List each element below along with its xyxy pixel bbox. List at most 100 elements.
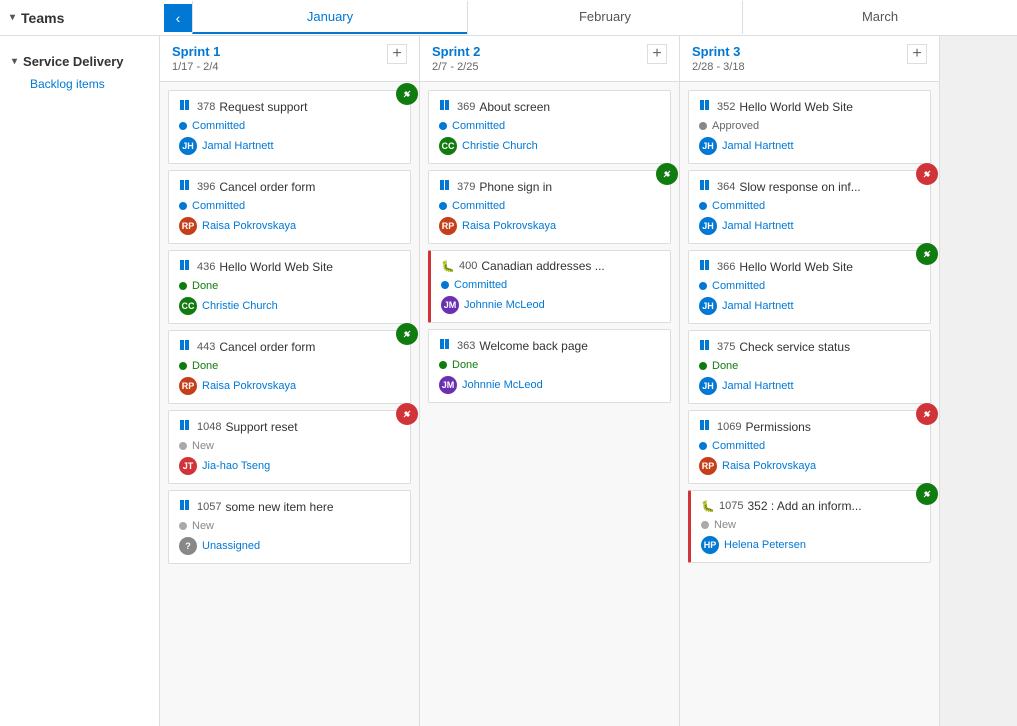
link-badge-443[interactable] (396, 323, 418, 345)
card-id-1069: 1069 (717, 421, 741, 433)
link-badge-1075[interactable] (916, 483, 938, 505)
status-text-369: Committed (452, 120, 505, 132)
avatar-443: RP (179, 377, 197, 395)
assignee-name-1075: Helena Petersen (724, 539, 806, 551)
card-title-396: Cancel order form (219, 180, 400, 194)
link-badge-379[interactable] (656, 163, 678, 185)
avatar-436: CC (179, 297, 197, 315)
card-assignee-363: JMJohnnie McLeod (439, 376, 660, 394)
card-assignee-352: JHJamal Hartnett (699, 137, 920, 155)
assignee-name-369: Christie Church (462, 140, 538, 152)
assignee-name-443: Raisa Pokrovskaya (202, 380, 296, 392)
status-text-1075: New (714, 519, 736, 531)
card-assignee-379: RPRaisa Pokrovskaya (439, 217, 660, 235)
teams-toggle[interactable]: ▾ Teams (0, 10, 160, 26)
card-375[interactable]: 375Check service statusDoneJHJamal Hartn… (688, 330, 931, 404)
status-text-400: Committed (454, 279, 507, 291)
card-title-363: Welcome back page (479, 339, 660, 353)
card-status-436: Done (179, 280, 400, 292)
content-area: Sprint 11/17 - 2/4+378Request supportCom… (160, 36, 1017, 726)
status-dot-369 (439, 122, 447, 130)
card-364[interactable]: 364Slow response on inf...CommittedJHJam… (688, 170, 931, 244)
card-443[interactable]: 443Cancel order formDoneRPRaisa Pokrovsk… (168, 330, 411, 404)
sidebar-section: ▾ Service Delivery Backlog items (0, 44, 159, 101)
link-badge-378[interactable] (396, 83, 418, 105)
card-assignee-443: RP Raisa Pokrovskaya (179, 377, 400, 395)
task-icon (699, 99, 713, 114)
status-text-378: Committed (192, 120, 245, 132)
status-dot-363 (439, 361, 447, 369)
card-378[interactable]: 378Request supportCommittedJHJamal Hartn… (168, 90, 411, 164)
card-id-436: 436 (197, 261, 215, 273)
task-icon (439, 99, 453, 114)
bug-icon: 🐛 (441, 260, 455, 273)
sprint-header-1: Sprint 11/17 - 2/4+ (160, 36, 419, 82)
assignee-name-396: Raisa Pokrovskaya (202, 220, 296, 232)
sprint-title-1: Sprint 1 (172, 44, 220, 59)
task-icon (179, 419, 193, 434)
card-header-379: 379Phone sign in (439, 179, 660, 194)
card-title-375: Check service status (739, 340, 920, 354)
status-text-379: Committed (452, 200, 505, 212)
link-badge-364[interactable] (916, 163, 938, 185)
sprint-add-button-3[interactable]: + (907, 44, 927, 64)
avatar-1069: RP (699, 457, 717, 475)
card-header-400: 🐛400Canadian addresses ... (441, 259, 660, 273)
main-layout: ▾ Service Delivery Backlog items Sprint … (0, 36, 1017, 726)
card-1069[interactable]: 1069PermissionsCommittedRPRaisa Pokrovsk… (688, 410, 931, 484)
card-369[interactable]: 369 About screen Committed CC Christie Churc… (428, 90, 671, 164)
card-436[interactable]: 436Hello World Web SiteDoneCCChristie Ch… (168, 250, 411, 324)
card-header-1057: 1057some new item here (179, 499, 400, 514)
status-dot-396 (179, 202, 187, 210)
avatar-1075: HP (701, 536, 719, 554)
status-dot-1048 (179, 442, 187, 450)
card-status-396: Committed (179, 200, 400, 212)
link-badge-366[interactable] (916, 243, 938, 265)
card-363[interactable]: 363Welcome back pageDoneJMJohnnie McLeod (428, 329, 671, 403)
assignee-name-364: Jamal Hartnett (722, 220, 794, 232)
card-id-443: 443 (197, 341, 215, 353)
card-title-1057: some new item here (225, 500, 400, 514)
link-badge-1048[interactable] (396, 403, 418, 425)
avatar-396: RP (179, 217, 197, 235)
task-icon (179, 99, 193, 114)
link-badge-1069[interactable] (916, 403, 938, 425)
card-352[interactable]: 352Hello World Web SiteApprovedJHJamal H… (688, 90, 931, 164)
card-status-369: Committed (439, 120, 660, 132)
card-assignee-1048: JTJia-hao Tseng (179, 457, 400, 475)
card-396[interactable]: 396Cancel order formCommittedRPRaisa Pok… (168, 170, 411, 244)
card-status-1069: Committed (699, 440, 920, 452)
sprint-add-button-1[interactable]: + (387, 44, 407, 64)
sprint-cards-1: 378Request supportCommittedJHJamal Hartn… (160, 82, 419, 726)
card-1075[interactable]: 🐛1075352 : Add an inform...NewHPHelena P… (688, 490, 931, 563)
status-text-436: Done (192, 280, 218, 292)
card-1048[interactable]: 1048Support resetNewJTJia-hao Tseng (168, 410, 411, 484)
assignee-name-436: Christie Church (202, 300, 278, 312)
status-text-396: Committed (192, 200, 245, 212)
status-dot-1069 (699, 442, 707, 450)
nav-arrow-button[interactable]: ‹ (164, 4, 192, 32)
card-379[interactable]: 379Phone sign in Committed RPRaisa Pokrovs… (428, 170, 671, 244)
avatar-369: CC (439, 137, 457, 155)
card-366[interactable]: 366Hello World Web SiteCommittedJHJamal … (688, 250, 931, 324)
card-title-369: About screen (479, 100, 660, 114)
sprint-header-2: Sprint 22/7 - 2/25+ (420, 36, 679, 82)
assignee-name-363: Johnnie McLeod (462, 379, 543, 391)
sidebar-item-backlog[interactable]: Backlog items (8, 73, 151, 95)
sprint-add-button-2[interactable]: + (647, 44, 667, 64)
card-status-443: Done (179, 360, 400, 372)
chevron-down-icon: ▾ (12, 56, 17, 67)
card-header-1048: 1048Support reset (179, 419, 400, 434)
card-id-363: 363 (457, 340, 475, 352)
card-assignee-1069: RPRaisa Pokrovskaya (699, 457, 920, 475)
avatar-378: JH (179, 137, 197, 155)
card-id-369: 369 (457, 101, 475, 113)
status-dot-366 (699, 282, 707, 290)
sidebar-section-title[interactable]: ▾ Service Delivery (8, 50, 151, 73)
card-status-1075: New (701, 519, 920, 531)
card-400[interactable]: 🐛400Canadian addresses ...CommittedJMJoh… (428, 250, 671, 323)
status-dot-436 (179, 282, 187, 290)
status-text-375: Done (712, 360, 738, 372)
card-1057[interactable]: 1057some new item hereNew?Unassigned (168, 490, 411, 564)
status-dot-375 (699, 362, 707, 370)
